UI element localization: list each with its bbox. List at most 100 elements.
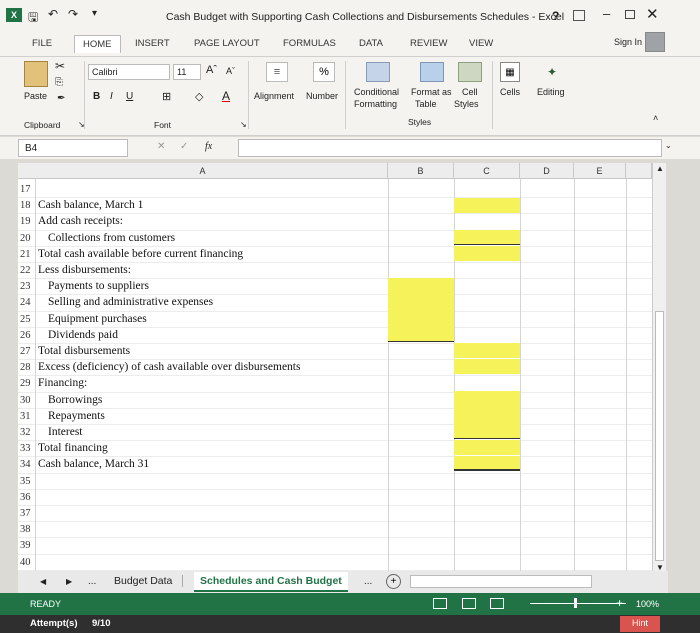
row-label[interactable]: Dividends paid bbox=[48, 329, 118, 341]
enter-icon[interactable]: ✓ bbox=[180, 141, 188, 152]
hint-button[interactable]: Hint bbox=[620, 616, 660, 632]
input-cells-c30-c32[interactable] bbox=[454, 391, 520, 439]
input-cells-b23-b26[interactable] bbox=[388, 278, 454, 342]
row-number[interactable]: 19 bbox=[20, 216, 31, 227]
font-color-icon[interactable]: A bbox=[222, 89, 230, 103]
font-size-select[interactable]: 11 bbox=[173, 64, 201, 80]
sheet-more-left[interactable]: ... bbox=[88, 576, 96, 587]
font-launcher-icon[interactable]: ↘ bbox=[240, 120, 247, 129]
font-name-select[interactable]: Calibri bbox=[88, 64, 170, 80]
column-header-e[interactable]: E bbox=[574, 163, 626, 179]
sheet-prev-icon[interactable]: ◀ bbox=[40, 577, 46, 586]
alignment-icon[interactable]: ≡ bbox=[266, 62, 288, 82]
row-label[interactable]: Selling and administrative expenses bbox=[48, 296, 213, 308]
row-number[interactable]: 33 bbox=[20, 443, 31, 454]
fx-icon[interactable]: fx bbox=[205, 141, 212, 152]
row-label[interactable]: Cash balance, March 31 bbox=[38, 458, 149, 470]
table-label[interactable]: Table bbox=[415, 99, 437, 109]
format-painter-icon[interactable]: ✒ bbox=[57, 93, 65, 104]
formula-input[interactable] bbox=[238, 139, 662, 157]
row-number[interactable]: 17 bbox=[20, 184, 31, 195]
ribbon-display-icon[interactable] bbox=[573, 10, 585, 21]
tab-home[interactable]: HOME bbox=[74, 35, 121, 53]
row-label[interactable]: Add cash receipts: bbox=[38, 215, 123, 227]
collapse-ribbon-icon[interactable]: ˄ bbox=[653, 113, 658, 123]
input-cell-c20[interactable] bbox=[454, 230, 520, 245]
expand-formula-icon[interactable]: ⌄ bbox=[665, 141, 672, 150]
row-number[interactable]: 24 bbox=[20, 297, 31, 308]
row-number[interactable]: 30 bbox=[20, 395, 31, 406]
row-label[interactable]: Interest bbox=[48, 426, 82, 438]
formatting-label[interactable]: Formatting bbox=[354, 99, 397, 109]
cells-icon[interactable]: ▦ bbox=[500, 62, 520, 82]
zoom-slider[interactable] bbox=[530, 603, 626, 604]
row-number[interactable]: 36 bbox=[20, 492, 31, 503]
row-number[interactable]: 37 bbox=[20, 508, 31, 519]
row-number[interactable]: 21 bbox=[20, 249, 31, 260]
input-cell-c18[interactable] bbox=[454, 198, 520, 213]
input-cell-c27[interactable] bbox=[454, 343, 520, 358]
tab-page-layout[interactable]: PAGE LAYOUT bbox=[194, 38, 260, 49]
percent-icon[interactable]: % bbox=[313, 62, 335, 82]
help-button[interactable]: ? bbox=[552, 9, 559, 23]
row-number[interactable]: 34 bbox=[20, 459, 31, 470]
sheet-tab-budget-data[interactable]: Budget Data bbox=[114, 575, 184, 587]
grow-font-icon[interactable]: Aˆ bbox=[206, 64, 217, 76]
row-number[interactable]: 23 bbox=[20, 281, 31, 292]
save-icon[interactable]: 🖫 bbox=[28, 8, 38, 29]
row-label[interactable]: Financing: bbox=[38, 377, 87, 389]
row-number[interactable]: 38 bbox=[20, 524, 31, 535]
underline-button[interactable]: U bbox=[126, 91, 133, 102]
row-label[interactable]: Excess (deficiency) of cash available ov… bbox=[38, 361, 300, 373]
sheet-more-right[interactable]: ... bbox=[364, 576, 372, 587]
row-number[interactable]: 18 bbox=[20, 200, 31, 211]
cells-button[interactable]: Cells bbox=[500, 87, 520, 97]
tab-review[interactable]: REVIEW bbox=[410, 38, 447, 49]
horizontal-scrollbar[interactable] bbox=[410, 575, 592, 588]
qat-customize-icon[interactable]: ▾ bbox=[92, 8, 97, 19]
row-number[interactable]: 27 bbox=[20, 346, 31, 357]
row-number[interactable]: 39 bbox=[20, 540, 31, 551]
row-number[interactable]: 25 bbox=[20, 314, 31, 325]
row-number[interactable]: 40 bbox=[20, 557, 31, 568]
column-header-c[interactable]: C bbox=[454, 163, 520, 179]
row-label[interactable]: Payments to suppliers bbox=[48, 280, 149, 292]
row-label[interactable]: Equipment purchases bbox=[48, 313, 147, 325]
row-number[interactable]: 35 bbox=[20, 476, 31, 487]
scroll-thumb[interactable] bbox=[655, 311, 664, 561]
column-header-d[interactable]: D bbox=[520, 163, 574, 179]
sign-in-link[interactable]: Sign In bbox=[614, 37, 642, 47]
zoom-in-icon[interactable]: + bbox=[616, 596, 623, 610]
zoom-level[interactable]: 100% bbox=[636, 599, 659, 609]
row-label[interactable]: Total financing bbox=[38, 442, 108, 454]
cell-styles-icon[interactable] bbox=[458, 62, 482, 82]
undo-icon[interactable]: ↶ bbox=[48, 7, 58, 21]
cancel-icon[interactable]: ✕ bbox=[157, 141, 165, 152]
row-label[interactable]: Collections from customers bbox=[48, 232, 175, 244]
column-header-a[interactable]: A bbox=[18, 163, 388, 179]
user-avatar-icon[interactable] bbox=[645, 32, 665, 52]
tab-insert[interactable]: INSERT bbox=[135, 38, 170, 49]
input-cell-c33[interactable] bbox=[454, 440, 520, 455]
tab-data[interactable]: DATA bbox=[359, 38, 383, 49]
vertical-scrollbar[interactable]: ▲ ▼ bbox=[652, 163, 666, 575]
paste-button[interactable]: Paste bbox=[24, 91, 47, 101]
page-layout-view-icon[interactable] bbox=[462, 598, 476, 609]
fill-color-icon[interactable]: ◇ bbox=[195, 90, 203, 103]
row-number[interactable]: 22 bbox=[20, 265, 31, 276]
number-button[interactable]: Number bbox=[306, 91, 338, 101]
input-cell-c34[interactable] bbox=[454, 456, 520, 471]
input-cell-c28[interactable] bbox=[454, 359, 520, 374]
row-label[interactable]: Repayments bbox=[48, 410, 105, 422]
row-label[interactable]: Total cash available before current fina… bbox=[38, 248, 243, 260]
format-as-label[interactable]: Format as bbox=[411, 87, 452, 97]
row-number[interactable]: 26 bbox=[20, 330, 31, 341]
row-number[interactable]: 20 bbox=[20, 233, 31, 244]
cut-icon[interactable]: ✂ bbox=[55, 59, 65, 73]
add-sheet-icon[interactable]: + bbox=[386, 574, 401, 589]
cell-label[interactable]: Cell bbox=[462, 87, 478, 97]
sheet-tab-schedules[interactable]: Schedules and Cash Budget bbox=[194, 572, 348, 592]
name-box[interactable]: B4 bbox=[18, 139, 128, 157]
redo-icon[interactable]: ↷ bbox=[68, 7, 78, 21]
conditional-label[interactable]: Conditional bbox=[354, 87, 399, 97]
